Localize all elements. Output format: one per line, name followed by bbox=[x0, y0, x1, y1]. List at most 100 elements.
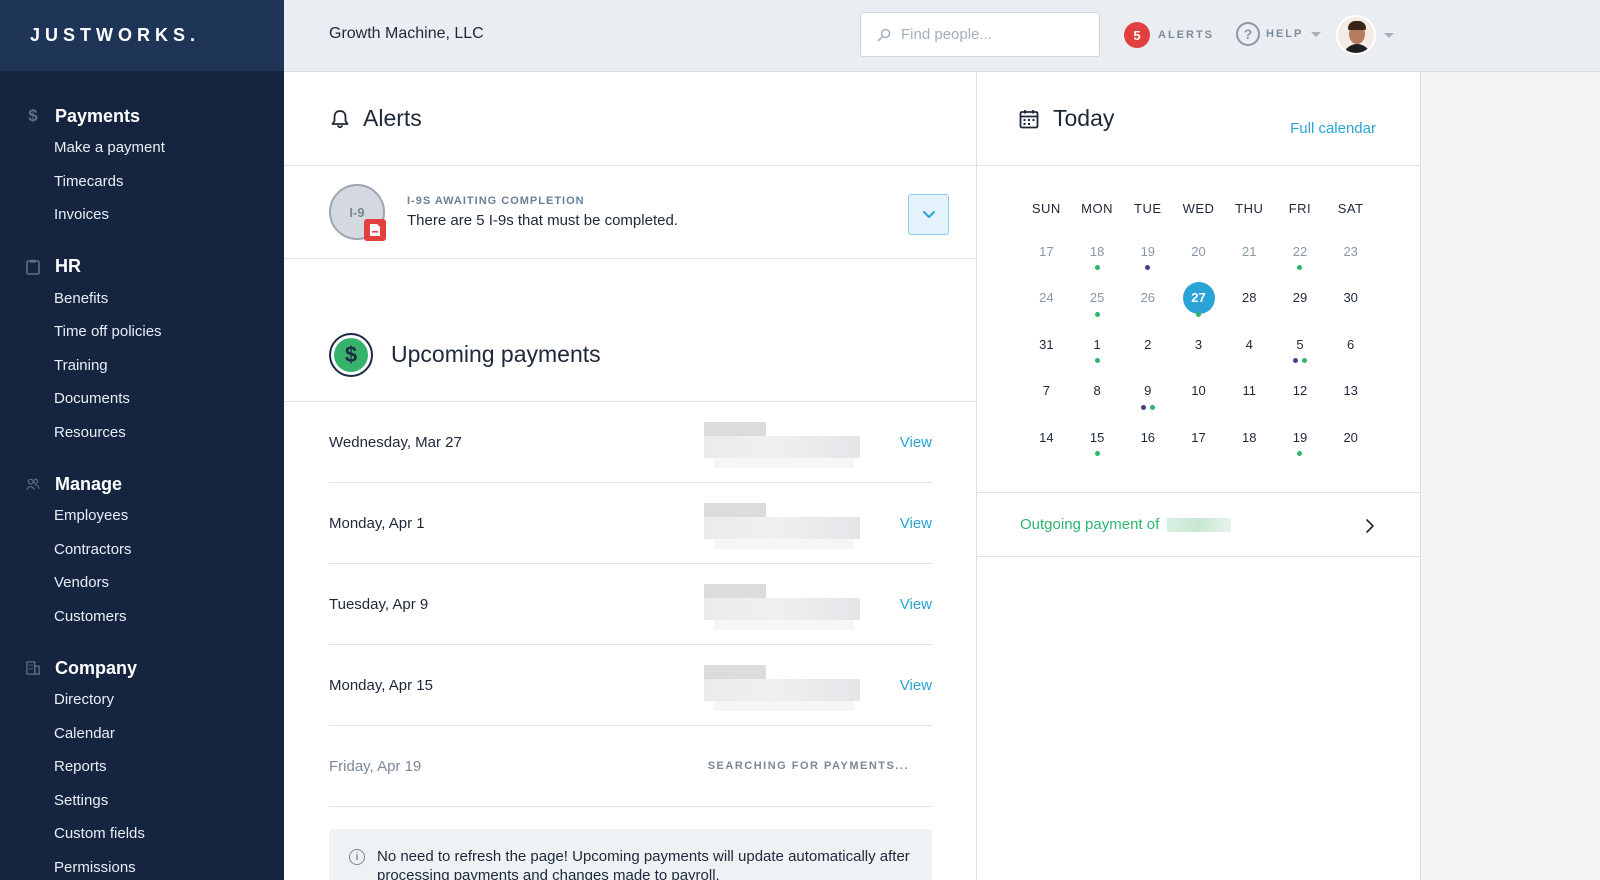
search-input[interactable] bbox=[901, 26, 1091, 43]
user-menu[interactable] bbox=[1336, 15, 1394, 55]
calendar-day[interactable]: 4 bbox=[1224, 328, 1275, 375]
day-number: 4 bbox=[1245, 336, 1253, 352]
calendar-day[interactable]: 24 bbox=[1021, 282, 1072, 329]
day-number: 1 bbox=[1093, 336, 1101, 352]
calendar-day[interactable]: 15 bbox=[1072, 421, 1123, 468]
sidebar-item-contractors[interactable]: Contractors bbox=[0, 533, 284, 567]
sidebar-item-customers[interactable]: Customers bbox=[0, 600, 284, 634]
sidebar-group-payments: $ Payments Make a payment Timecards Invoices bbox=[0, 101, 284, 232]
chevron-down-icon bbox=[922, 211, 935, 218]
sidebar-heading-hr[interactable]: HR bbox=[0, 252, 284, 282]
calendar-day[interactable]: 2 bbox=[1122, 328, 1173, 375]
payment-event-dot bbox=[1094, 311, 1100, 317]
calendar-day[interactable]: 19 bbox=[1275, 421, 1326, 468]
calendar-week-row: 17 18 19 20 21 22 23 bbox=[1021, 235, 1376, 282]
calendar-day[interactable]: 6 bbox=[1325, 328, 1376, 375]
payment-row: Tuesday, Apr 9 View bbox=[329, 564, 932, 645]
alerts-link[interactable]: 5 ALERTS bbox=[1124, 22, 1214, 48]
sidebar-item-make-a-payment[interactable]: Make a payment bbox=[0, 131, 284, 165]
sidebar-item-invoices[interactable]: Invoices bbox=[0, 198, 284, 232]
calendar-day[interactable]: 19 bbox=[1122, 235, 1173, 282]
sidebar-heading-payments[interactable]: $ Payments bbox=[0, 101, 284, 131]
search-box[interactable] bbox=[860, 12, 1100, 57]
calendar-day[interactable]: 10 bbox=[1173, 375, 1224, 422]
sidebar-heading-label: Manage bbox=[55, 473, 123, 494]
redacted-amount bbox=[704, 489, 860, 559]
avatar bbox=[1336, 15, 1376, 55]
calendar-day[interactable]: 13 bbox=[1325, 375, 1376, 422]
calendar-day[interactable]: 28 bbox=[1224, 282, 1275, 329]
other-event-dot bbox=[1145, 265, 1151, 270]
sidebar-item-reports[interactable]: Reports bbox=[0, 750, 284, 784]
calendar-day[interactable]: 7 bbox=[1021, 375, 1072, 422]
day-number: 13 bbox=[1343, 383, 1358, 398]
calendar-day[interactable]: 21 bbox=[1224, 235, 1275, 282]
calendar-icon bbox=[1019, 109, 1039, 128]
calendar-day[interactable]: 23 bbox=[1325, 235, 1376, 282]
calendar-day[interactable]: 26 bbox=[1122, 282, 1173, 329]
view-payment-link[interactable]: View bbox=[900, 596, 932, 613]
calendar-day[interactable]: 17 bbox=[1021, 235, 1072, 282]
view-payment-link[interactable]: View bbox=[900, 677, 932, 694]
calendar-day[interactable]: 5 bbox=[1275, 328, 1326, 375]
full-calendar-link[interactable]: Full calendar bbox=[1290, 120, 1376, 137]
sidebar-item-employees[interactable]: Employees bbox=[0, 499, 284, 533]
calendar-day-selected[interactable]: 27 bbox=[1173, 281, 1224, 329]
payment-status: SEARCHING FOR PAYMENTS... bbox=[707, 760, 909, 772]
calendar-day[interactable]: 29 bbox=[1275, 282, 1326, 329]
help-menu[interactable]: ? HELP bbox=[1236, 22, 1322, 46]
day-number: 26 bbox=[1140, 290, 1156, 305]
calendar-day[interactable]: 31 bbox=[1021, 328, 1072, 375]
calendar-day[interactable]: 11 bbox=[1224, 375, 1275, 422]
view-payment-link[interactable]: View bbox=[900, 515, 932, 532]
calendar-day[interactable]: 18 bbox=[1224, 421, 1275, 468]
sidebar-item-custom-fields[interactable]: Custom fields bbox=[0, 817, 284, 851]
sidebar-heading-company[interactable]: Company bbox=[0, 653, 284, 683]
expand-alert-button[interactable] bbox=[908, 194, 949, 235]
dollar-icon: $ bbox=[329, 332, 373, 377]
calendar-day[interactable]: 18 bbox=[1072, 235, 1123, 282]
sidebar-item-vendors[interactable]: Vendors bbox=[0, 566, 284, 600]
alerts-title: Alerts bbox=[363, 105, 422, 131]
alerts-count-badge: 5 bbox=[1124, 22, 1150, 48]
brand-logo[interactable]: JUSTWORKS. bbox=[0, 0, 284, 71]
sidebar-item-documents[interactable]: Documents bbox=[0, 382, 284, 416]
calendar-day[interactable]: 9 bbox=[1122, 375, 1173, 422]
calendar-day[interactable]: 30 bbox=[1325, 282, 1376, 329]
sidebar-item-timecards[interactable]: Timecards bbox=[0, 165, 284, 199]
calendar-day[interactable]: 22 bbox=[1275, 235, 1326, 282]
day-number: 30 bbox=[1343, 290, 1358, 305]
day-number: 22 bbox=[1292, 243, 1308, 259]
calendar-day[interactable]: 1 bbox=[1072, 328, 1123, 375]
sidebar-item-resources[interactable]: Resources bbox=[0, 416, 284, 450]
calendar-day[interactable]: 3 bbox=[1173, 328, 1224, 375]
day-number: 14 bbox=[1039, 429, 1054, 445]
calendar-day[interactable]: 17 bbox=[1173, 421, 1224, 468]
payment-date: Tuesday, Apr 9 bbox=[329, 595, 429, 613]
sidebar-item-benefits[interactable]: Benefits bbox=[0, 282, 284, 316]
sidebar-item-directory[interactable]: Directory bbox=[0, 683, 284, 717]
sidebar-heading-manage[interactable]: Manage bbox=[0, 469, 284, 499]
sidebar-item-time-off-policies[interactable]: Time off policies bbox=[0, 315, 284, 349]
sidebar-item-permissions[interactable]: Permissions bbox=[0, 851, 284, 880]
outgoing-payment-row[interactable]: Outgoing payment of bbox=[977, 492, 1421, 557]
help-icon: ? bbox=[1236, 22, 1260, 46]
calendar-day[interactable]: 14 bbox=[1021, 421, 1072, 468]
chevron-down-icon bbox=[1384, 32, 1394, 38]
sidebar-item-training[interactable]: Training bbox=[0, 349, 284, 383]
day-number: 3 bbox=[1194, 336, 1203, 352]
calendar-day[interactable]: 20 bbox=[1173, 235, 1224, 282]
calendar-weekday: SUN bbox=[1021, 191, 1072, 235]
calendar-day[interactable]: 16 bbox=[1122, 421, 1173, 468]
payment-event-dot bbox=[1297, 451, 1303, 456]
sidebar-item-calendar[interactable]: Calendar bbox=[0, 717, 284, 751]
calendar-day[interactable]: 25 bbox=[1072, 282, 1123, 329]
view-payment-link[interactable]: View bbox=[900, 434, 932, 451]
calendar-weekday: THU bbox=[1224, 191, 1275, 235]
info-icon: i bbox=[349, 849, 365, 865]
calendar-day[interactable]: 12 bbox=[1275, 375, 1326, 422]
top-bar: Growth Machine, LLC 5 ALERTS ? HELP bbox=[284, 0, 1600, 72]
calendar-day[interactable]: 8 bbox=[1072, 375, 1123, 422]
calendar-day[interactable]: 20 bbox=[1325, 421, 1376, 468]
sidebar-item-settings[interactable]: Settings bbox=[0, 784, 284, 818]
